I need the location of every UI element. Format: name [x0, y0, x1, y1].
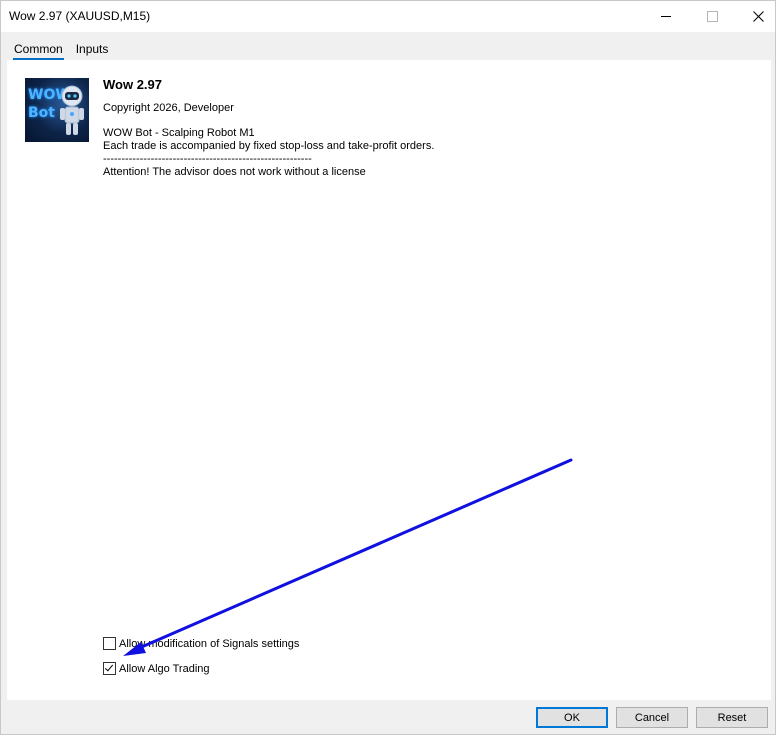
tab-inputs[interactable]: Inputs — [69, 38, 115, 60]
ok-button[interactable]: OK — [536, 707, 608, 728]
expert-name: Wow 2.97 — [103, 77, 163, 92]
tab-bar: Common Inputs — [7, 38, 114, 60]
allow-signals-checkbox[interactable] — [103, 637, 116, 650]
description-line: Each trade is accompanied by fixed stop-… — [103, 140, 435, 152]
allow-signals-label: Allow modification of Signals settings — [119, 637, 300, 650]
dialog-window: Wow 2.97 (XAUUSD,M15) Common Inputs WOW … — [0, 0, 776, 735]
robot-icon — [60, 85, 84, 135]
common-panel: WOW Bot Wow 2.97 Copyright 2026, Develop… — [7, 60, 771, 700]
minimize-icon — [661, 16, 671, 17]
allow-algo-option[interactable]: Allow Algo Trading — [103, 662, 210, 675]
window-title: Wow 2.97 (XAUUSD,M15) — [9, 9, 151, 23]
close-button[interactable] — [735, 1, 776, 32]
cancel-button[interactable]: Cancel — [616, 707, 688, 728]
description-line: Attention! The advisor does not work wit… — [103, 166, 366, 178]
title-bar[interactable]: Wow 2.97 (XAUUSD,M15) — [1, 1, 775, 32]
minimize-button[interactable] — [643, 1, 689, 32]
maximize-icon — [706, 11, 718, 22]
tab-common[interactable]: Common — [7, 38, 69, 60]
maximize-button — [689, 1, 735, 32]
allow-algo-checkbox[interactable] — [103, 662, 116, 675]
allow-algo-label: Allow Algo Trading — [119, 662, 210, 675]
close-icon — [752, 11, 764, 22]
allow-signals-option[interactable]: Allow modification of Signals settings — [103, 637, 299, 650]
copyright-text: Copyright 2026, Developer — [103, 102, 234, 114]
robot-logo: WOW Bot — [25, 78, 89, 142]
reset-button[interactable]: Reset — [696, 707, 768, 728]
description-line: ----------------------------------------… — [103, 153, 312, 165]
expert-info: Wow 2.97 Copyright 2026, Developer WOW B… — [103, 78, 434, 179]
description-line: WOW Bot - Scalping Robot M1 — [103, 127, 255, 139]
